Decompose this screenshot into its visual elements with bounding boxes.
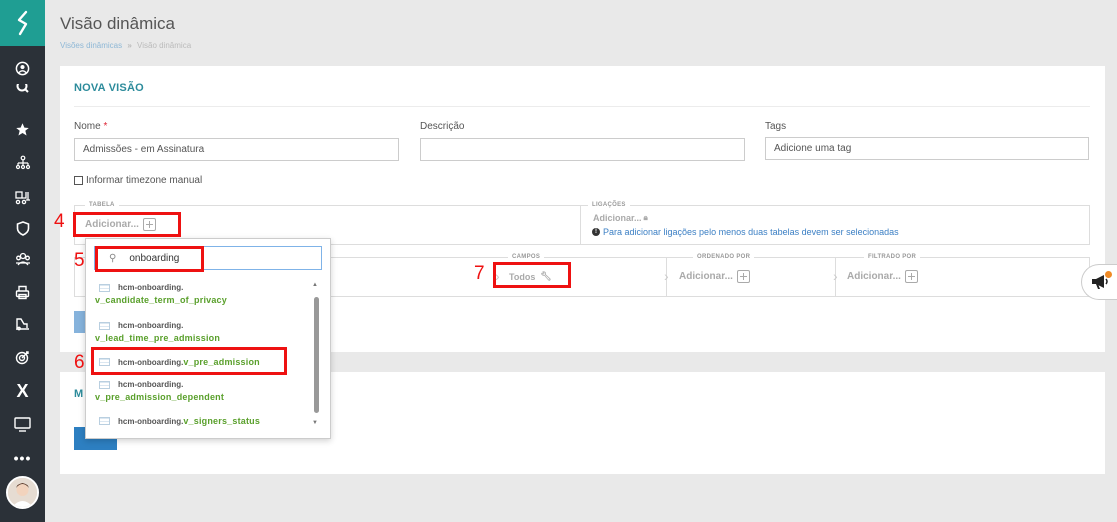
option-table: v_candidate_term_of_privacy: [95, 295, 227, 305]
timezone-label: Informar timezone manual: [86, 175, 203, 186]
dropdown-option[interactable]: hcm-onboarding. v_signers_status: [95, 416, 315, 426]
breadcrumb: Visões dinâmicas » Visão dinâmica: [60, 41, 191, 50]
filtrado-legend: FILTRADO POR: [864, 254, 921, 260]
breadcrumb-separator: »: [127, 41, 132, 50]
annotation-number-4: 4: [54, 211, 65, 232]
option-schema: hcm-onboarding.: [118, 321, 184, 330]
org-chart-icon[interactable]: [0, 150, 45, 176]
timezone-checkbox[interactable]: [74, 176, 83, 185]
description-input[interactable]: [420, 138, 745, 161]
scroll-down-icon[interactable]: ▼: [312, 420, 318, 426]
section-title: NOVA VISÃO: [74, 82, 144, 94]
shield-icon[interactable]: [0, 215, 45, 241]
option-schema: hcm-onboarding.: [118, 380, 184, 389]
info-icon: !: [592, 228, 600, 236]
filtrado-fieldset: FILTRADO POR › Adicionar...: [833, 254, 1090, 297]
forklift-icon[interactable]: [0, 184, 45, 210]
chevron-right-icon: ›: [664, 268, 669, 284]
monitor-icon[interactable]: [0, 411, 45, 437]
tags-label: Tags: [765, 121, 787, 132]
chevron-right-icon: ›: [833, 268, 838, 284]
option-schema: hcm-onboarding.: [118, 416, 184, 426]
timezone-checkbox-row[interactable]: Informar timezone manual: [74, 175, 202, 186]
option-table: v_pre_admission_dependent: [95, 392, 225, 402]
option-schema: hcm-onboarding.: [118, 283, 184, 292]
annotation-number-7: 7: [474, 263, 485, 284]
ordenado-legend: ORDENADO POR: [693, 254, 755, 260]
sidebar: X •••: [0, 0, 45, 522]
option-table: v_signers_status: [183, 416, 261, 426]
required-mark: *: [103, 121, 108, 132]
campos-legend: CAMPOS: [508, 254, 545, 260]
divider: [74, 106, 1090, 107]
tags-input[interactable]: Adicione uma tag: [765, 137, 1089, 160]
name-label-text: Nome: [74, 121, 101, 132]
star-icon[interactable]: [0, 116, 45, 142]
lock-icon: 🔒︎: [643, 213, 648, 222]
ligacoes-fieldset: LIGAÇÕES Adicionar... 🔒︎ ! Para adiciona…: [580, 202, 1090, 245]
plus-icon: [736, 270, 750, 283]
search-icon[interactable]: [0, 84, 45, 98]
notification-dot: [1105, 271, 1112, 278]
announcements-button[interactable]: [1081, 264, 1117, 300]
ligacoes-legend: LIGAÇÕES: [588, 202, 630, 208]
annotation-number-6: 6: [74, 352, 85, 373]
option-table: v_lead_time_pre_admission: [95, 333, 221, 343]
table-icon: [99, 321, 110, 330]
ordenado-add-button[interactable]: Adicionar...: [679, 270, 750, 283]
table-icon: [99, 380, 110, 389]
tabela-legend: TABELA: [85, 202, 119, 208]
annotation-box-4: [73, 212, 181, 237]
team-icon[interactable]: [0, 246, 45, 272]
x-icon[interactable]: X: [0, 378, 45, 404]
target-icon[interactable]: [0, 344, 45, 370]
name-input[interactable]: Admissões - em Assinatura: [74, 138, 399, 161]
annotation-box-6: [91, 347, 287, 375]
name-label: Nome *: [74, 121, 107, 132]
printer-icon[interactable]: [0, 279, 45, 305]
avatar[interactable]: [6, 476, 39, 509]
annotation-number-5: 5: [74, 250, 85, 271]
user-circle-icon[interactable]: [0, 55, 45, 81]
dropdown-option[interactable]: hcm-onboarding. v_lead_time_pre_admissio…: [95, 321, 315, 343]
ligacoes-add-button: Adicionar... 🔒︎: [593, 213, 648, 223]
secondary-title: M: [74, 388, 84, 400]
breadcrumb-current: Visão dinâmica: [137, 41, 192, 50]
ligacoes-add-label: Adicionar...: [593, 213, 642, 223]
logo-icon[interactable]: [0, 0, 45, 46]
page-title: Visão dinâmica: [60, 14, 175, 33]
ordenado-add-label: Adicionar...: [679, 271, 733, 282]
dropdown-scrollbar[interactable]: [314, 297, 319, 413]
ordenado-fieldset: ORDENADO POR › Adicionar...: [664, 254, 836, 297]
table-icon: [99, 283, 110, 292]
description-label: Descrição: [420, 121, 465, 132]
dropdown-option[interactable]: hcm-onboarding. v_pre_admission_dependen…: [95, 380, 315, 402]
filtrado-add-button[interactable]: Adicionar...: [847, 270, 918, 283]
ligacoes-info: ! Para adicionar ligações pelo menos dua…: [592, 227, 899, 237]
annotation-box-5: [95, 246, 204, 272]
table-icon: [99, 417, 110, 425]
breadcrumb-link[interactable]: Visões dinâmicas: [60, 41, 122, 50]
plus-icon: [904, 270, 918, 283]
more-icon[interactable]: •••: [0, 445, 45, 471]
forklift-alt-icon[interactable]: [0, 310, 45, 336]
dropdown-option[interactable]: hcm-onboarding. v_candidate_term_of_priv…: [95, 283, 315, 305]
ligacoes-info-text: Para adicionar ligações pelo menos duas …: [603, 227, 899, 237]
annotation-box-7: [493, 262, 571, 288]
scroll-up-icon[interactable]: ▲: [312, 282, 318, 288]
filtrado-add-label: Adicionar...: [847, 271, 901, 282]
